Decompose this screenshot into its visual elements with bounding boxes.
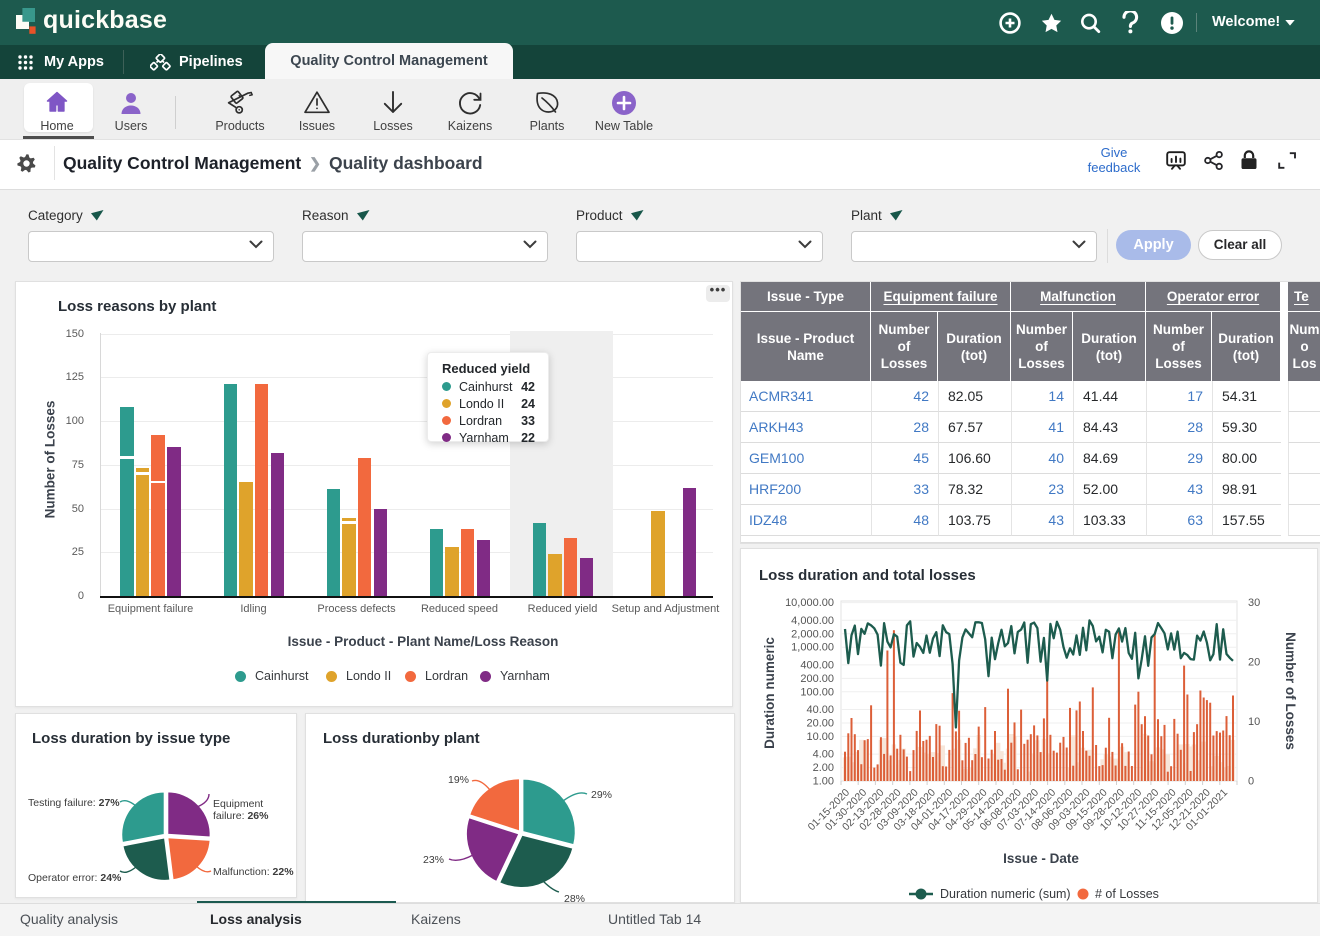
svg-text:0: 0 [1248,776,1254,788]
svg-text:1,000.00: 1,000.00 [791,642,834,654]
svg-text:Duration numeric (sum): Duration numeric (sum) [940,887,1071,901]
svg-text:200.00: 200.00 [800,673,834,685]
svg-text:40.00: 40.00 [806,704,834,716]
svg-text:Issue - Date: Issue - Date [1003,851,1079,866]
svg-text:20: 20 [1248,657,1260,669]
svg-text:100.00: 100.00 [800,686,834,698]
svg-text:10,000.00: 10,000.00 [785,597,834,609]
svg-text:2,000.00: 2,000.00 [791,628,834,640]
svg-text:400.00: 400.00 [800,659,834,671]
svg-text:4.00: 4.00 [813,749,834,761]
svg-text:# of Losses: # of Losses [1095,887,1159,901]
svg-text:20.00: 20.00 [806,718,834,730]
svg-text:30: 30 [1248,597,1260,609]
svg-text:1.00: 1.00 [813,776,834,788]
svg-text:4,000.00: 4,000.00 [791,615,834,627]
svg-text:Number of Losses: Number of Losses [1283,632,1298,750]
svg-text:Duration numeric: Duration numeric [762,637,777,749]
svg-text:10.00: 10.00 [806,731,834,743]
svg-text:10: 10 [1248,716,1260,728]
svg-text:2.00: 2.00 [813,762,834,774]
